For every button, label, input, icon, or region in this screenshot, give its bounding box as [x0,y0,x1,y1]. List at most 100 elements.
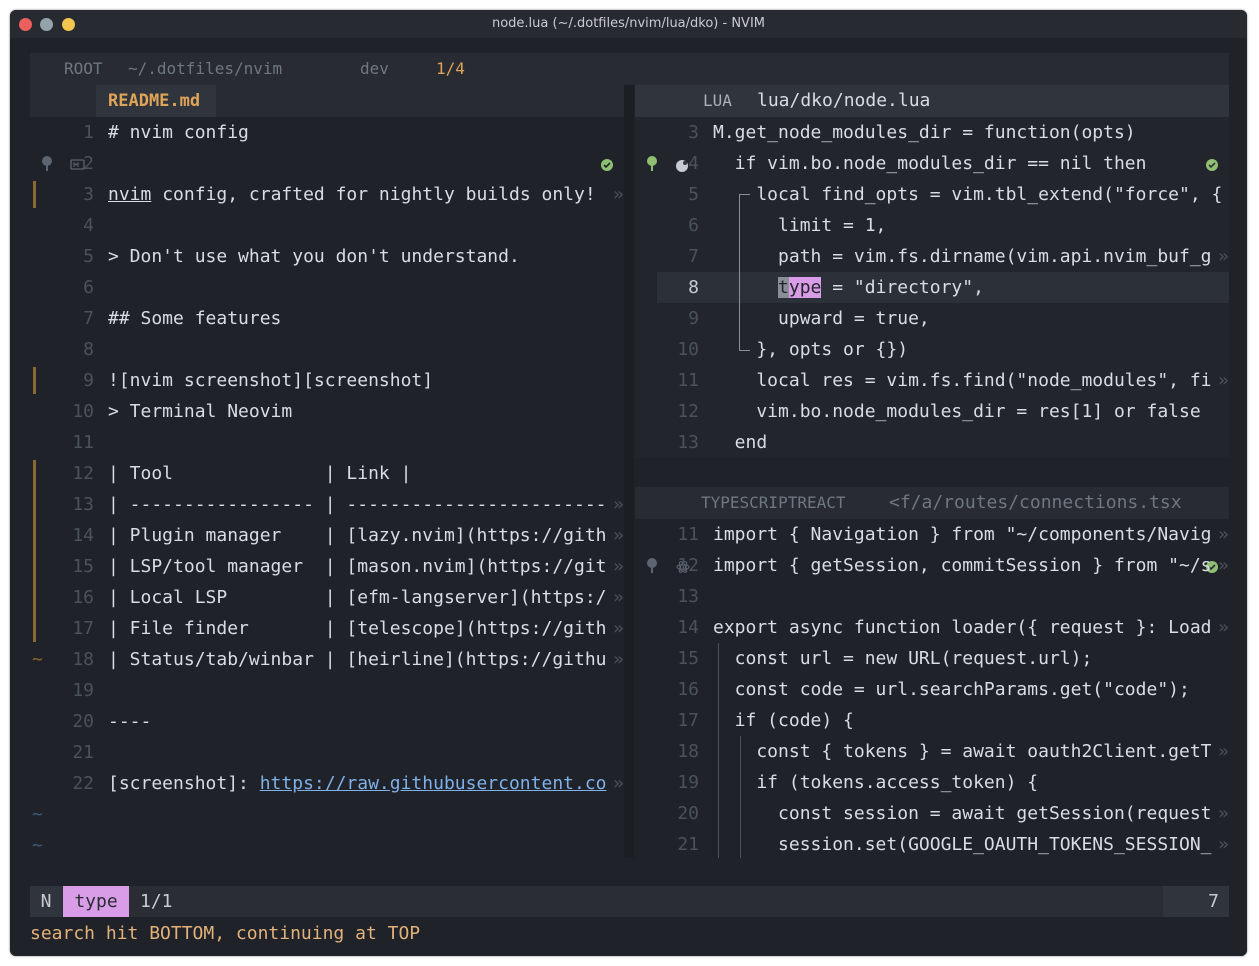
top-right-filepath[interactable]: lua/dko/node.lua [757,85,930,117]
git-change-sign [33,460,36,642]
indent-guide [718,643,719,858]
overflow-marker: » [613,618,624,639]
line-number: 11 [677,370,699,391]
code-line: type = "directory", [778,277,984,298]
code-line: # nvim config [108,122,249,143]
code-line: import { Navigation } from "~/components… [713,524,1212,545]
line-number: 12 [677,555,699,576]
overflow-marker: » [613,184,624,205]
nvim-window: node.lua (~/.dotfiles/nvim/lua/dko) - NV… [10,10,1247,956]
vertical-split-divider[interactable] [624,85,634,858]
code-line: const url = new URL(request.url); [713,648,1093,669]
left-editor-pane[interactable]: README.md 1 # nvim config 2 3 nvim config, c… [30,85,624,858]
window-title: node.lua (~/.dotfiles/nvim/lua/dko) - NV… [491,16,765,31]
line-number: 13 [677,432,699,453]
top-right-winbar: LUA lua/dko/node.lua [635,85,1229,172]
line-number: 13 [72,494,94,515]
overflow-marker: » [1218,834,1229,855]
line-number: 3 [83,184,94,205]
line-number: 22 [72,773,94,794]
code-line: session.set(GOOGLE_OAUTH_TOKENS_SESSION_ [713,834,1212,855]
top-right-ok-icon [1205,86,1229,244]
statusline: N type 1/1 7 [30,886,1229,917]
line-number: 17 [72,618,94,639]
search-count: 1/1 [140,891,173,912]
horizontal-split-divider[interactable] [635,457,1229,487]
code-line: > Terminal Neovim [108,401,293,422]
left-ok-icon [600,86,624,244]
line-number: 14 [72,525,94,546]
line-number: 6 [83,277,94,298]
code-line: local res = vim.fs.find("node_modules", … [713,370,1212,391]
bottom-right-filetype: TYPESCRIPTREACT [701,493,846,512]
line-number: 16 [677,679,699,700]
overflow-marker: » [613,773,624,794]
code-line: [screenshot]: https://raw.githubusercont… [108,773,607,794]
line-number: 3 [688,122,699,143]
line-number: 16 [72,587,94,608]
line-number: 19 [72,680,94,701]
line-number: 10 [677,339,699,360]
line-number: 10 [72,401,94,422]
line-number: 20 [677,803,699,824]
line-number: 20 [72,711,94,732]
line-number: 11 [72,432,94,453]
line-number-indicator: 7 [1163,886,1229,917]
code-line: const { tokens } = await oauth2Client.ge… [713,741,1212,762]
code-line: vim.bo.node_modules_dir = res[1] or fals… [713,401,1201,422]
left-winbar: README.md [30,85,624,171]
overflow-marker: » [613,525,624,546]
screenshot-link[interactable]: https://raw.githubusercontent.co [260,773,607,794]
code-line: if vim.bo.node_modules_dir == nil then [713,153,1147,174]
code-line: ## Some features [108,308,282,329]
terminal-area: ROOT ~/.dotfiles/nvim dev 1/4 README.md … [10,38,1247,956]
code-line: if (code) { [713,710,854,731]
code-line: import { getSession, commitSession } fro… [713,555,1212,576]
line-number: 4 [688,153,699,174]
bottom-right-filepath[interactable]: <f/a/routes/connections.tsx [889,487,1182,519]
bottom-right-editor-pane[interactable]: TYPESCRIPTREACT <f/a/routes/connections.… [635,487,1229,858]
indent-guide [740,736,741,858]
git-change-sign [33,181,36,208]
code-line: | File finder | [telescope](https://gith [108,618,607,639]
code-line: | ----------------- | ------------------… [108,494,607,515]
line-number: 5 [83,246,94,267]
line-number: 18 [677,741,699,762]
tabline: ROOT ~/.dotfiles/nvim dev 1/4 [30,53,1229,142]
line-number: 11 [677,524,699,545]
line-number: 2 [83,153,94,174]
code-line: ![nvim screenshot][screenshot] [108,370,434,391]
overflow-marker: » [613,649,624,670]
overflow-marker: » [613,556,624,577]
cwd-label: ~/.dotfiles/nvim [128,59,283,78]
code-line: nvim config, crafted for nightly builds … [108,184,596,205]
overflow-marker: » [1218,741,1229,762]
code-line: | Status/tab/winbar | [heirline](https:/… [108,649,607,670]
line-number: 7 [83,308,94,329]
line-number: 14 [677,617,699,638]
code-line: local find_opts = vim.tbl_extend("force"… [713,184,1221,205]
overflow-marker: » [1218,555,1229,576]
code-line: M.get_node_modules_dir = function(opts) [713,122,1136,143]
line-number: 13 [677,586,699,607]
root-label: ROOT [64,59,103,78]
command-line-message: search hit BOTTOM, continuing at TOP [30,923,421,944]
top-right-editor-pane[interactable]: LUA lua/dko/node.lua 3 M.get_node_modules… [635,85,1229,457]
left-filename[interactable]: README.md [108,85,200,117]
tab-count[interactable]: 1/4 [436,53,465,85]
line-number: 8 [688,277,699,298]
line-number: 21 [72,742,94,763]
title-bar: node.lua (~/.dotfiles/nvim/lua/dko) - NV… [10,10,1247,38]
line-number: 15 [677,648,699,669]
code-line: > Don't use what you don't understand. [108,246,520,267]
top-right-filetype: LUA [703,91,732,110]
overflow-marker: » [613,587,624,608]
line-number: 15 [72,556,94,577]
scope-guide [739,194,750,351]
bottom-right-winbar: TYPESCRIPTREACT <f/a/routes/connections.… [635,487,1229,573]
code-line: end [713,432,768,453]
line-number: 19 [677,772,699,793]
end-of-buffer-tilde: ~ [32,835,43,856]
line-number: 8 [83,339,94,360]
git-modified-sign: ~ [32,649,43,670]
